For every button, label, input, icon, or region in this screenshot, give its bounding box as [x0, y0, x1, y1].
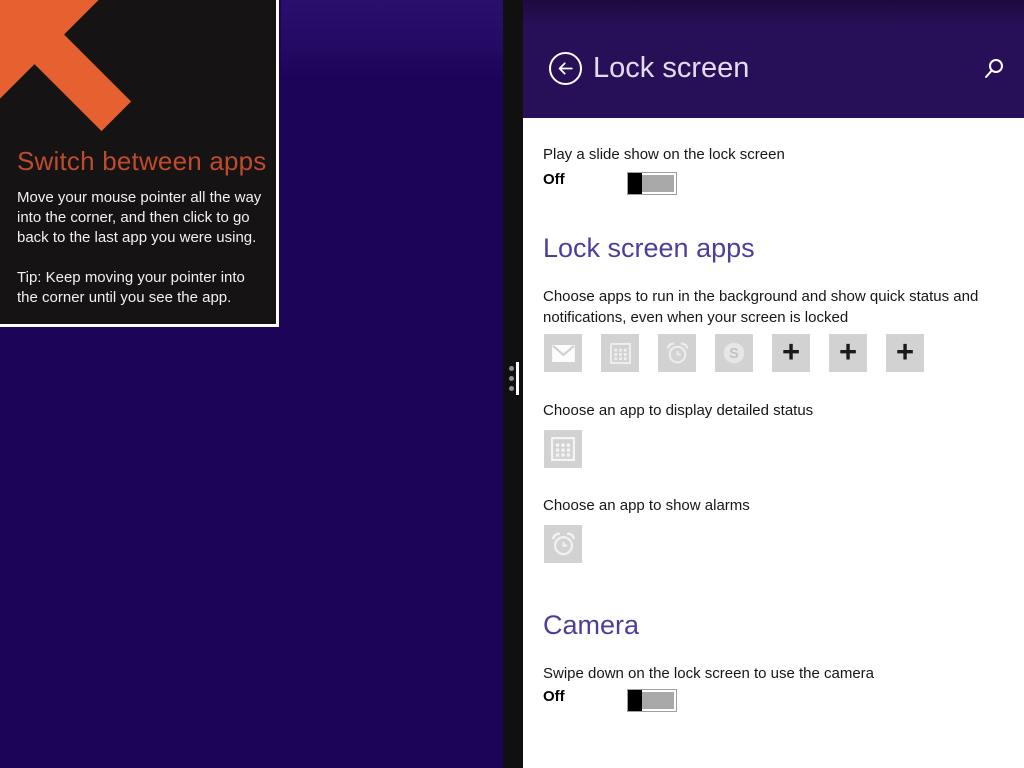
- corner-arrow-icon: [0, 0, 132, 132]
- calendar-icon: [551, 437, 575, 461]
- plus-icon: +: [895, 334, 915, 369]
- arrow-left-icon: [558, 62, 573, 75]
- back-button[interactable]: [549, 52, 582, 85]
- gripper-dot: [509, 366, 514, 371]
- detailed-status-label: Choose an app to display detailed status: [543, 402, 814, 419]
- divider-gripper-handle[interactable]: [516, 362, 519, 395]
- plus-icon: +: [781, 334, 801, 369]
- skype-icon: S: [723, 342, 745, 364]
- tip-title: Switch between apps: [17, 146, 267, 176]
- lock-app-slot-calendar[interactable]: [601, 334, 639, 372]
- search-icon[interactable]: [982, 57, 1006, 81]
- plus-icon: +: [838, 334, 858, 369]
- camera-state-label: Off: [543, 688, 565, 705]
- camera-label: Swipe down on the lock screen to use the…: [543, 665, 875, 682]
- lock-app-slot-mail[interactable]: [544, 334, 582, 372]
- toggle-thumb: [628, 690, 642, 711]
- start-screen-background: Switch between apps Move your mouse poin…: [0, 0, 503, 768]
- alarm-clock-icon: [666, 342, 688, 363]
- slideshow-toggle[interactable]: [627, 172, 677, 195]
- windows-split-screen: Switch between apps Move your mouse poin…: [0, 0, 1024, 768]
- lock-screen-apps-heading: Lock screen apps: [543, 233, 755, 263]
- settings-content: Play a slide show on the lock screen Off…: [523, 118, 1024, 768]
- tutorial-tip-popup: Switch between apps Move your mouse poin…: [0, 0, 279, 327]
- tip-body-text: Move your mouse pointer all the way into…: [17, 189, 262, 246]
- calendar-icon: [609, 342, 631, 364]
- background-glow: [281, 0, 503, 80]
- settings-pane: Lock screen Play a slide show on the loc…: [523, 0, 1024, 768]
- gripper-dot: [509, 376, 514, 381]
- lock-app-slot-add-1[interactable]: +: [772, 334, 810, 372]
- settings-header: Lock screen: [523, 0, 1024, 118]
- lock-app-slot-skype[interactable]: S: [715, 334, 753, 372]
- slideshow-label: Play a slide show on the lock screen: [543, 146, 785, 163]
- alarms-app-tile[interactable]: [544, 525, 582, 563]
- detailed-status-app-tile[interactable]: [544, 430, 582, 468]
- lock-app-slot-add-2[interactable]: +: [829, 334, 867, 372]
- toggle-thumb: [628, 173, 642, 194]
- camera-toggle[interactable]: [627, 689, 677, 712]
- snap-divider[interactable]: [503, 0, 523, 768]
- mail-icon: [551, 344, 575, 362]
- lock-app-slot-add-3[interactable]: +: [886, 334, 924, 372]
- alarm-clock-icon: [551, 532, 575, 555]
- lock-app-slot-alarms[interactable]: [658, 334, 696, 372]
- svg-text:S: S: [729, 346, 739, 362]
- page-title: Lock screen: [593, 52, 750, 84]
- slideshow-state-label: Off: [543, 171, 565, 188]
- alarms-app-label: Choose an app to show alarms: [543, 497, 750, 514]
- tip-body-tip-text: Tip: Keep moving your pointer into the c…: [17, 269, 245, 306]
- gripper-dot: [509, 386, 514, 391]
- lock-screen-apps-description: Choose apps to run in the background and…: [543, 288, 979, 326]
- camera-heading: Camera: [543, 610, 640, 640]
